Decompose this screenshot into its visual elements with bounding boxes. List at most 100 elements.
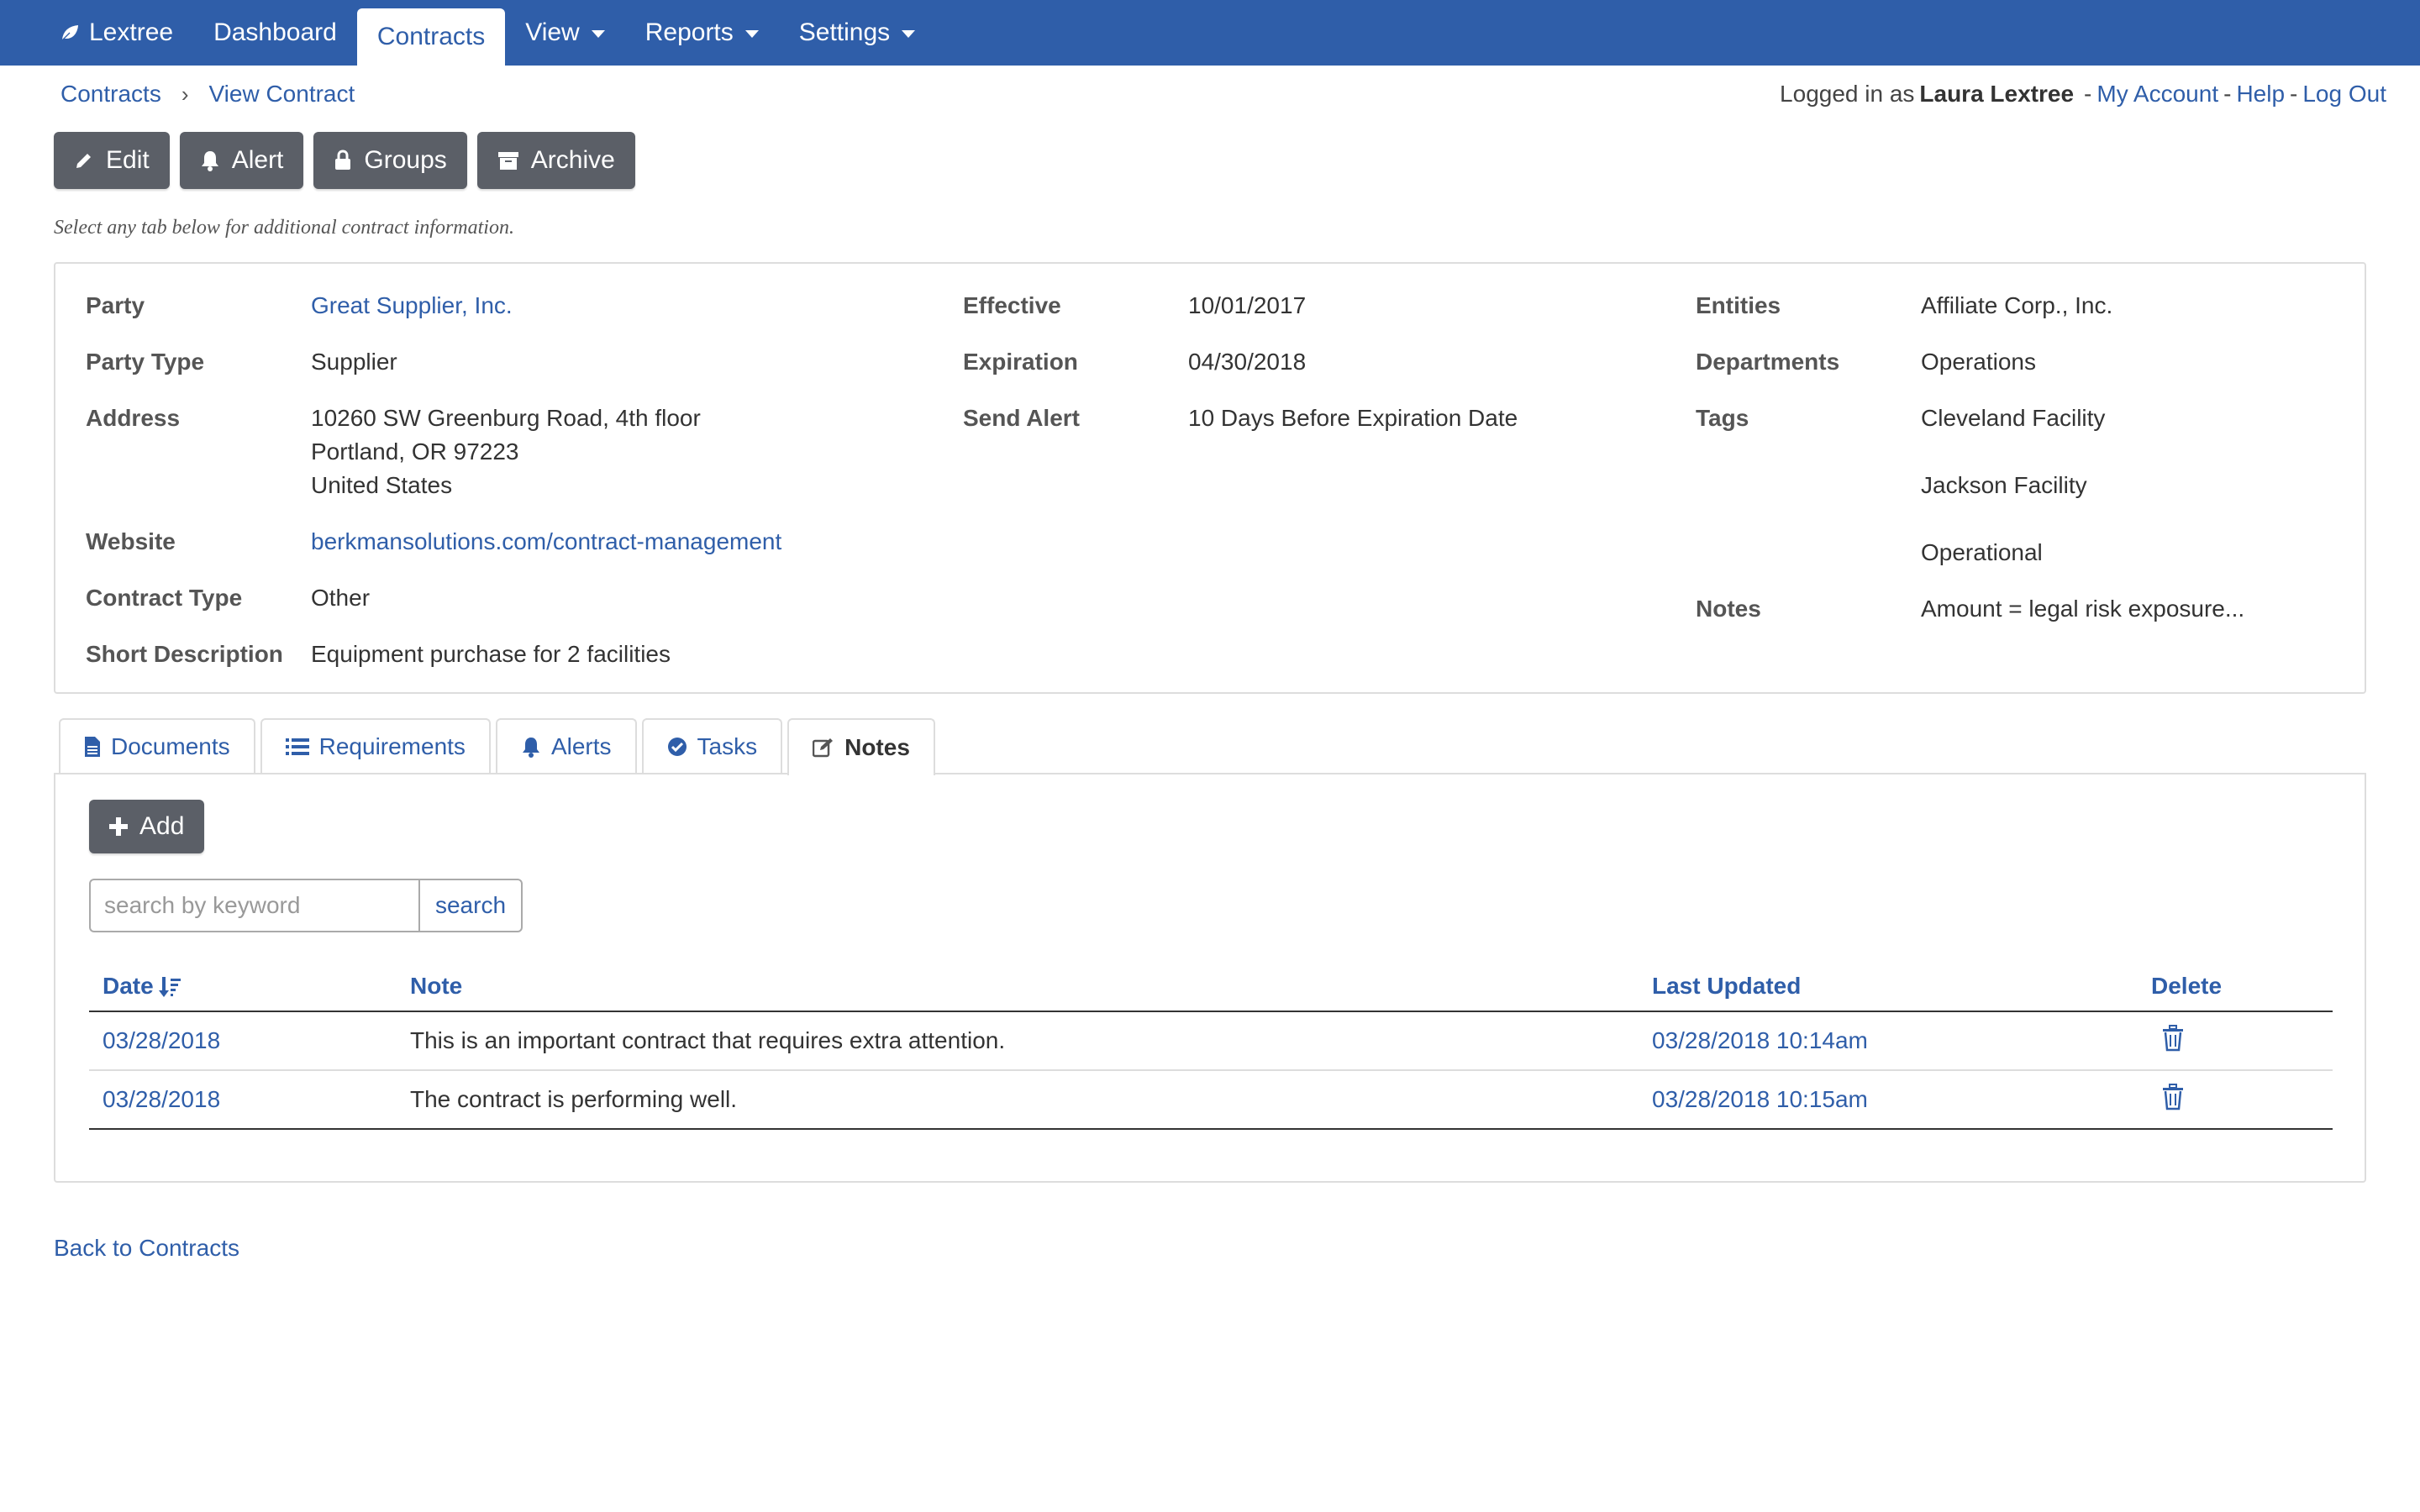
notes-table: Date Note Last Updated Delete 03/28/2018… <box>89 961 2333 1130</box>
note-date-link[interactable]: 03/28/2018 <box>89 1070 397 1130</box>
archive-button[interactable]: Archive <box>476 132 635 189</box>
tab-documents[interactable]: Documents <box>59 718 255 774</box>
nav-contracts[interactable]: Contracts <box>356 8 506 66</box>
nav-dashboard-label: Dashboard <box>213 18 337 46</box>
tag-item: Cleveland Facility <box>1921 405 2106 431</box>
check-circle-icon <box>667 738 687 756</box>
details-column-2: Effective 10/01/2017 Expiration 04/30/2018… <box>963 289 1518 458</box>
edit-note-icon <box>813 738 834 758</box>
tab-documents-label: Documents <box>111 733 230 759</box>
departments-label: Departments <box>1696 349 1840 375</box>
column-header-delete: Delete <box>2138 961 2333 1012</box>
caret-down-icon <box>744 29 759 38</box>
bell-icon <box>201 151 218 171</box>
address-line-3: United States <box>311 472 453 498</box>
lock-icon <box>335 150 351 170</box>
tab-tasks[interactable]: Tasks <box>641 718 783 774</box>
add-note-label: Add <box>139 812 185 840</box>
logged-in-prefix: Logged in as <box>1780 81 1915 107</box>
delete-cell <box>2138 1070 2333 1130</box>
tag-item: Jackson Facility <box>1921 472 2087 498</box>
address-line-2: Portland, OR 97223 <box>311 438 519 465</box>
note-last-updated-link[interactable]: 03/28/2018 10:14am <box>1639 1011 2138 1071</box>
entities-value: Affiliate Corp., Inc. <box>1921 292 2113 318</box>
tab-requirements[interactable]: Requirements <box>260 718 491 774</box>
breadcrumb-view-contract-link[interactable]: View Contract <box>209 81 355 108</box>
details-column-1: Party Great Supplier, Inc. Party Type Supp… <box>86 289 781 694</box>
tag-item: Operational <box>1921 539 2043 565</box>
party-type-value: Supplier <box>311 349 397 375</box>
back-to-contracts-link[interactable]: Back to Contracts <box>54 1235 239 1262</box>
search-input[interactable] <box>89 879 418 932</box>
tags-list: Cleveland Facility Jackson Facility Oper… <box>1921 402 2105 592</box>
address-label: Address <box>86 405 181 431</box>
trash-icon[interactable] <box>2161 1024 2185 1052</box>
website-label: Website <box>86 528 176 554</box>
brand-logo[interactable]: Lextree <box>42 3 193 62</box>
address-value: 10260 SW Greenburg Road, 4th floor Portl… <box>311 402 701 525</box>
contract-type-label: Contract Type <box>86 585 243 611</box>
departments-value: Operations <box>1921 349 2036 375</box>
nav-contracts-label: Contracts <box>376 23 486 50</box>
brand-name: Lextree <box>89 18 174 46</box>
separator: - <box>2223 81 2232 107</box>
notes-search: search <box>89 879 523 932</box>
nav-settings[interactable]: Settings <box>779 3 935 62</box>
nav-view[interactable]: View <box>505 3 624 62</box>
website-link[interactable]: berkmansolutions.com/contract-management <box>311 525 781 581</box>
document-icon <box>85 737 100 757</box>
groups-button[interactable]: Groups <box>313 132 467 189</box>
tab-notes[interactable]: Notes <box>787 718 935 775</box>
tab-requirements-label: Requirements <box>318 733 466 759</box>
my-account-link[interactable]: My Account <box>2096 81 2218 108</box>
tags-label: Tags <box>1696 405 1749 431</box>
leaf-icon <box>60 24 80 42</box>
alert-button[interactable]: Alert <box>179 132 304 189</box>
table-row: 03/28/2018 This is an important contract… <box>89 1011 2333 1071</box>
nav-reports[interactable]: Reports <box>625 3 779 62</box>
archive-box-icon <box>497 152 518 170</box>
tab-hint-text: Select any tab below for additional cont… <box>54 217 514 239</box>
party-type-label: Party Type <box>86 349 205 375</box>
breadcrumb-contracts-link[interactable]: Contracts <box>60 81 161 108</box>
notes-label: Notes <box>1696 596 1761 622</box>
logout-link[interactable]: Log Out <box>2302 81 2386 108</box>
bell-icon <box>522 738 539 758</box>
contract-details-panel: Party Great Supplier, Inc. Party Type Supp… <box>54 262 2366 694</box>
edit-button[interactable]: Edit <box>54 132 170 189</box>
chevron-right-icon: › <box>181 81 189 107</box>
column-header-last-updated[interactable]: Last Updated <box>1639 961 2138 1012</box>
column-header-date[interactable]: Date <box>89 961 397 1012</box>
send-alert-label: Send Alert <box>963 405 1080 431</box>
tab-tasks-label: Tasks <box>697 733 758 759</box>
note-date-link[interactable]: 03/28/2018 <box>89 1011 397 1071</box>
short-description-value: Equipment purchase for 2 facilities <box>311 641 671 667</box>
tab-alerts-label: Alerts <box>550 733 612 759</box>
note-text: This is an important contract that requi… <box>397 1011 1639 1071</box>
account-bar: Logged in as Laura Lextree - My Account … <box>1780 77 2386 111</box>
note-last-updated-link[interactable]: 03/28/2018 10:15am <box>1639 1070 2138 1130</box>
nav-dashboard[interactable]: Dashboard <box>193 3 357 62</box>
help-link[interactable]: Help <box>2236 81 2285 108</box>
effective-label: Effective <box>963 292 1061 318</box>
party-link[interactable]: Great Supplier, Inc. <box>311 289 513 345</box>
tab-alerts[interactable]: Alerts <box>495 718 637 774</box>
add-note-button[interactable]: Add <box>89 800 205 853</box>
caret-down-icon <box>591 29 605 38</box>
plus-icon <box>109 817 128 836</box>
separator: - <box>2290 81 2298 107</box>
search-button[interactable]: search <box>418 879 523 932</box>
logged-in-user: Laura Lextree <box>1919 81 2075 107</box>
tab-notes-label: Notes <box>844 734 910 760</box>
list-icon <box>285 738 309 755</box>
separator: - <box>2084 81 2092 107</box>
archive-button-label: Archive <box>530 146 615 174</box>
expiration-value: 04/30/2018 <box>1188 349 1307 375</box>
note-text: The contract is performing well. <box>397 1070 1639 1130</box>
trash-icon[interactable] <box>2161 1083 2185 1110</box>
contract-actions: Edit Alert Groups Archive <box>54 132 635 189</box>
contract-tabs: Documents Requirements Alerts Tasks Note… <box>59 718 935 775</box>
effective-value: 10/01/2017 <box>1188 292 1307 318</box>
column-header-note[interactable]: Note <box>397 961 1639 1012</box>
party-label: Party <box>86 292 145 318</box>
